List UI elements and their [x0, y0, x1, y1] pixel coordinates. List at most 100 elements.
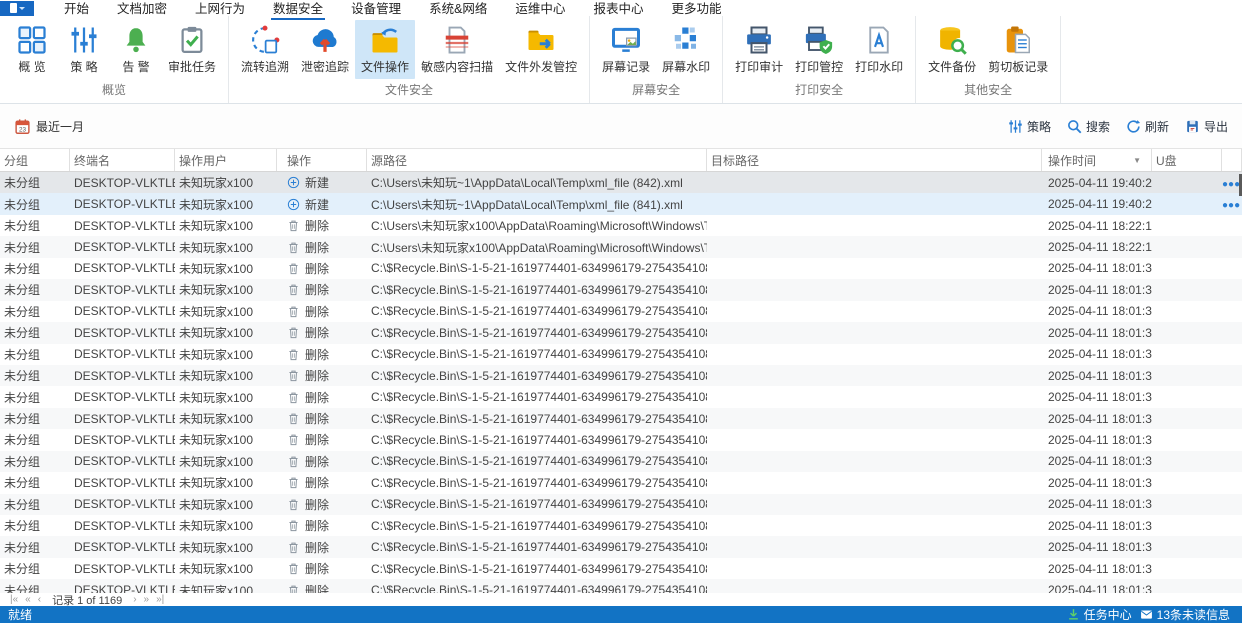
- table-row[interactable]: 未分组 DESKTOP-VLKTLE1 未知玩家x100 删除 C:\$Recy…: [0, 536, 1242, 558]
- cell-terminal: DESKTOP-VLKTLE1: [74, 518, 175, 533]
- ribbon-button-label: 敏感内容扫描: [421, 60, 494, 74]
- ribbon-group: 概 览 策 略 告 警 审批任务 概览: [0, 16, 230, 103]
- ribbon-button-流转追溯[interactable]: 流转追溯: [235, 20, 295, 79]
- table-row[interactable]: 未分组 DESKTOP-VLKTLE1 未知玩家x100 删除 C:\Users…: [0, 214, 1242, 237]
- fast-next-button[interactable]: »: [144, 594, 150, 605]
- ribbon-button-敏感内容扫描[interactable]: 敏感内容扫描: [415, 20, 499, 79]
- trash-icon: [289, 327, 298, 339]
- cell-time: 2025-04-11 18:01:38: [1048, 347, 1152, 362]
- first-page-button[interactable]: |«: [10, 594, 18, 605]
- action-搜索[interactable]: 搜索: [1067, 118, 1110, 135]
- menu-tab-文档加密[interactable]: 文档加密: [103, 0, 181, 19]
- table-row[interactable]: 未分组 DESKTOP-VLKTLE1 未知玩家x100 删除 C:\$Recy…: [0, 364, 1242, 387]
- menu-tab-设备管理[interactable]: 设备管理: [337, 0, 415, 19]
- cell-source-path: C:\$Recycle.Bin\S-1-5-21-1619774401-6349…: [371, 411, 707, 426]
- ribbon-button-屏幕记录[interactable]: 屏幕记录: [596, 20, 656, 79]
- ribbon-button-泄密追踪[interactable]: 泄密追踪: [295, 20, 355, 79]
- column-header-target[interactable]: 目标路径: [707, 149, 1042, 171]
- fast-prev-button[interactable]: «: [25, 594, 31, 605]
- menu-tab-运维中心[interactable]: 运维中心: [501, 0, 579, 19]
- ribbon-button-文件备份[interactable]: 文件备份: [922, 20, 982, 79]
- table-row[interactable]: 未分组 DESKTOP-VLKTLE1 未知玩家x100 新建 C:\Users…: [0, 193, 1242, 215]
- table-row[interactable]: 未分组 DESKTOP-VLKTLE1 未知玩家x100 删除 C:\$Recy…: [0, 257, 1242, 280]
- action-策略[interactable]: 策略: [1008, 118, 1051, 135]
- table-row[interactable]: 未分组 DESKTOP-VLKTLE1 未知玩家x100 删除 C:\$Recy…: [0, 322, 1242, 344]
- cell-time: 2025-04-11 18:01:38: [1048, 518, 1152, 533]
- task-center-button[interactable]: 任务中心: [1067, 606, 1132, 623]
- printer-shield-icon: [806, 26, 833, 54]
- plus-circle-icon: [287, 177, 300, 189]
- row-actions-button[interactable]: ●●●: [1222, 179, 1240, 190]
- menu-tab-开始[interactable]: 开始: [50, 0, 103, 19]
- bell-icon: [126, 28, 146, 53]
- cell-action: 删除: [277, 260, 367, 277]
- action-刷新[interactable]: 刷新: [1126, 118, 1169, 135]
- menu-tab-上网行为[interactable]: 上网行为: [181, 0, 259, 19]
- table-row[interactable]: 未分组 DESKTOP-VLKTLE1 未知玩家x100 删除 C:\$Recy…: [0, 386, 1242, 408]
- table-row[interactable]: 未分组 DESKTOP-VLKTLE1 未知玩家x100 新建 C:\Users…: [0, 172, 1242, 194]
- column-header-time[interactable]: 操作时间 ▼: [1042, 149, 1152, 171]
- ribbon-button-剪切板记录[interactable]: 剪切板记录: [982, 20, 1054, 79]
- ribbon-button-屏幕水印[interactable]: 屏幕水印: [656, 20, 716, 79]
- table-row[interactable]: 未分组 DESKTOP-VLKTLE1 未知玩家x100 删除 C:\Users…: [0, 236, 1242, 258]
- ribbon-button-告警[interactable]: 告 警: [110, 20, 162, 79]
- prev-page-button[interactable]: ‹: [38, 594, 41, 605]
- app-menu-button[interactable]: [0, 0, 34, 16]
- pixels-icon: [674, 27, 697, 49]
- table-row[interactable]: 未分组 DESKTOP-VLKTLE1 未知玩家x100 删除 C:\$Recy…: [0, 450, 1242, 473]
- cell-user: 未知玩家x100: [179, 369, 254, 384]
- column-header-source[interactable]: 源路径: [367, 149, 707, 171]
- table-row[interactable]: 未分组 DESKTOP-VLKTLE1 未知玩家x100 删除 C:\$Recy…: [0, 300, 1242, 323]
- table-row[interactable]: 未分组 DESKTOP-VLKTLE1 未知玩家x100 删除 C:\$Recy…: [0, 579, 1242, 593]
- search-icon: [1068, 119, 1082, 133]
- ribbon-button-文件操作[interactable]: 文件操作: [355, 20, 416, 79]
- column-header-action[interactable]: 操作: [277, 149, 367, 171]
- cell-group: 未分组: [4, 390, 41, 405]
- menu-tab-数据安全[interactable]: 数据安全: [259, 0, 337, 20]
- cell-source-path: C:\$Recycle.Bin\S-1-5-21-1619774401-6349…: [371, 261, 707, 276]
- last-page-button[interactable]: »|: [156, 594, 164, 605]
- row-actions-button[interactable]: ●●●: [1222, 200, 1240, 211]
- ribbon-button-审批任务[interactable]: 审批任务: [162, 20, 222, 79]
- cell-terminal: DESKTOP-VLKTLE1: [74, 175, 175, 190]
- cell-action: 删除: [277, 582, 367, 593]
- table-row[interactable]: 未分组 DESKTOP-VLKTLE1 未知玩家x100 删除 C:\$Recy…: [0, 472, 1242, 494]
- cell-time: 2025-04-11 18:01:38: [1048, 411, 1152, 426]
- column-header-usb[interactable]: U盘: [1152, 149, 1222, 171]
- ribbon-button-打印水印[interactable]: 打印水印: [849, 20, 909, 79]
- column-header-terminal[interactable]: 终端名: [70, 149, 175, 171]
- cell-group: 未分组: [4, 454, 41, 469]
- table-row[interactable]: 未分组 DESKTOP-VLKTLE1 未知玩家x100 删除 C:\$Recy…: [0, 343, 1242, 365]
- table-row[interactable]: 未分组 DESKTOP-VLKTLE1 未知玩家x100 删除 C:\$Recy…: [0, 515, 1242, 537]
- table-row[interactable]: 未分组 DESKTOP-VLKTLE1 未知玩家x100 删除 C:\$Recy…: [0, 407, 1242, 430]
- table-row[interactable]: 未分组 DESKTOP-VLKTLE1 未知玩家x100 删除 C:\$Recy…: [0, 557, 1242, 580]
- cell-time: 2025-04-11 18:01:38: [1048, 261, 1152, 276]
- menu-tab-更多功能[interactable]: 更多功能: [657, 0, 735, 19]
- table-row[interactable]: 未分组 DESKTOP-VLKTLE1 未知玩家x100 删除 C:\$Recy…: [0, 279, 1242, 301]
- ribbon-group: 流转追溯 泄密追踪 文件操作 敏感内容扫描 文件外发管控 文件安全: [229, 16, 591, 103]
- date-range-filter[interactable]: 23 最近一月: [14, 118, 84, 135]
- cell-group: 未分组: [4, 219, 41, 234]
- ribbon-button-策略[interactable]: 策 略: [58, 20, 110, 79]
- ribbon-button-打印审计[interactable]: 打印审计: [729, 20, 789, 79]
- cell-terminal: DESKTOP-VLKTLE1: [74, 561, 175, 576]
- cell-user: 未知玩家x100: [179, 454, 254, 469]
- cell-time: 2025-04-11 18:01:38: [1048, 497, 1152, 512]
- time-filter-dropdown[interactable]: ▼: [1133, 156, 1147, 165]
- next-page-button[interactable]: ›: [133, 594, 136, 605]
- cell-time: 2025-04-11 18:01:38: [1048, 282, 1152, 297]
- menu-tab-系统&网络[interactable]: 系统&网络: [415, 0, 501, 19]
- ribbon-button-概览[interactable]: 概 览: [6, 20, 58, 79]
- ribbon-button-label: 打印审计: [735, 60, 784, 74]
- clipboard-check-icon: [181, 26, 203, 53]
- unread-messages-button[interactable]: 13条未读信息: [1140, 606, 1230, 623]
- table-row[interactable]: 未分组 DESKTOP-VLKTLE1 未知玩家x100 删除 C:\$Recy…: [0, 493, 1242, 515]
- column-header-group[interactable]: 分组: [0, 149, 70, 171]
- ribbon-button-文件外发管控[interactable]: 文件外发管控: [499, 20, 583, 79]
- table-row[interactable]: 未分组 DESKTOP-VLKTLE1 未知玩家x100 删除 C:\$Recy…: [0, 429, 1242, 451]
- cell-source-path: C:\$Recycle.Bin\S-1-5-21-1619774401-6349…: [371, 561, 707, 576]
- column-header-user[interactable]: 操作用户: [175, 149, 277, 171]
- action-导出[interactable]: 导出: [1185, 118, 1228, 135]
- menu-tab-报表中心[interactable]: 报表中心: [579, 0, 657, 19]
- ribbon-button-打印管控[interactable]: 打印管控: [789, 20, 849, 79]
